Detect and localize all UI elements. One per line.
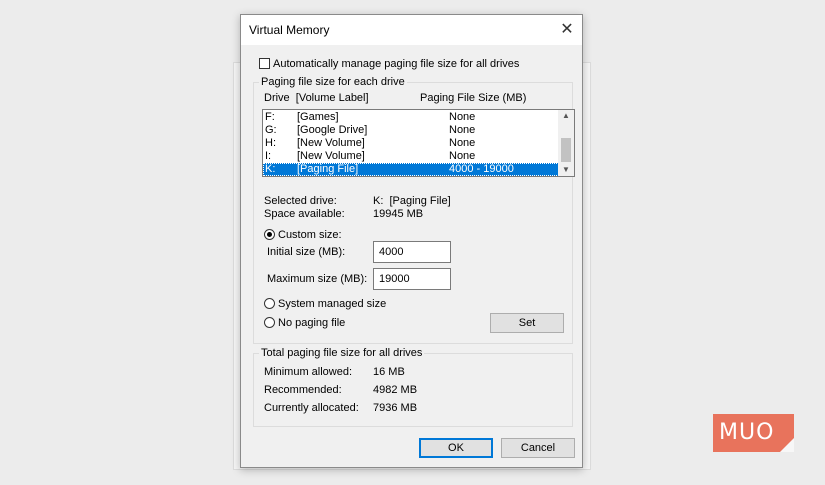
drive-listbox[interactable]: F: [Games] None G: [Google Drive] None H… [262, 109, 575, 177]
auto-manage-checkbox[interactable] [259, 58, 270, 69]
paging-size: None [449, 137, 476, 149]
list-item-selected[interactable]: K: [Paging File] 4000 - 19000 [263, 163, 559, 176]
drive-letter: G: [265, 124, 277, 136]
totals-group-title: Total paging file size for all drives [259, 347, 425, 359]
ok-button[interactable]: OK [419, 438, 493, 458]
paging-size: None [449, 150, 476, 162]
title-bar: Virtual Memory ✕ [241, 15, 582, 45]
space-available-value: 19945 MB [373, 208, 424, 220]
drive-letter: I: [265, 150, 272, 162]
column-header-size: Paging File Size (MB) [420, 92, 527, 104]
close-icon[interactable]: ✕ [552, 15, 582, 45]
list-item[interactable]: F: [Games] None [263, 111, 559, 124]
drive-letter: F: [265, 111, 275, 123]
no-paging-radio[interactable] [264, 317, 275, 328]
selected-drive-value: K: [Paging File] [373, 195, 451, 207]
paging-size: None [449, 111, 476, 123]
initial-size-value: 4000 [379, 246, 404, 258]
list-item[interactable]: I: [New Volume] None [263, 150, 559, 163]
selected-drive-label: Selected drive: [264, 195, 337, 207]
set-button[interactable]: Set [490, 313, 564, 333]
minimum-allowed-value: 16 MB [373, 366, 405, 378]
custom-size-radio[interactable] [264, 229, 275, 240]
system-managed-label[interactable]: System managed size [278, 298, 386, 310]
system-managed-radio[interactable] [264, 298, 275, 309]
no-paging-label[interactable]: No paging file [278, 317, 345, 329]
recommended-value: 4982 MB [373, 384, 418, 396]
volume-label: [New Volume] [297, 150, 365, 162]
list-item[interactable]: H: [New Volume] None [263, 137, 559, 150]
currently-allocated-value: 7936 MB [373, 402, 418, 414]
drive-letter: H: [265, 137, 276, 149]
virtual-memory-dialog: Virtual Memory ✕ Automatically manage pa… [240, 14, 583, 468]
auto-manage-label[interactable]: Automatically manage paging file size fo… [273, 58, 519, 70]
paging-size: 4000 - 19000 [449, 163, 514, 175]
custom-size-label[interactable]: Custom size: [278, 229, 342, 241]
scroll-up-icon[interactable]: ▲ [558, 110, 574, 122]
volume-label: [Games] [297, 111, 339, 123]
initial-size-field[interactable]: 4000 [373, 241, 451, 263]
recommended-label: Recommended: [264, 384, 342, 396]
cancel-button[interactable]: Cancel [501, 438, 575, 458]
volume-label: [Paging File] [297, 163, 359, 175]
minimum-allowed-label: Minimum allowed: [264, 366, 353, 378]
space-available-label: Space available: [264, 208, 345, 220]
dialog-title: Virtual Memory [249, 23, 330, 37]
currently-allocated-label: Currently allocated: [264, 402, 359, 414]
list-item[interactable]: G: [Google Drive] None [263, 124, 559, 137]
paging-size: None [449, 124, 476, 136]
maximum-size-field[interactable]: 19000 [373, 268, 451, 290]
initial-size-label: Initial size (MB): [267, 246, 346, 258]
maximum-size-value: 19000 [379, 273, 410, 285]
paging-file-group-title: Paging file size for each drive [259, 76, 407, 88]
scroll-down-icon[interactable]: ▼ [558, 164, 574, 176]
cancel-button-label: Cancel [520, 442, 556, 454]
listbox-scrollbar[interactable]: ▲ ▼ [558, 110, 574, 176]
set-button-label: Set [518, 317, 536, 329]
maximum-size-label: Maximum size (MB): [267, 273, 368, 285]
ok-button-label: OK [448, 442, 464, 454]
drive-letter: K: [265, 163, 276, 175]
logo-text: MUO [719, 420, 775, 445]
volume-label: [Google Drive] [297, 124, 368, 136]
volume-label: [New Volume] [297, 137, 365, 149]
column-header-drive: Drive [Volume Label] [264, 92, 369, 104]
scroll-thumb[interactable] [561, 138, 571, 162]
muo-logo: MUO [713, 414, 794, 452]
